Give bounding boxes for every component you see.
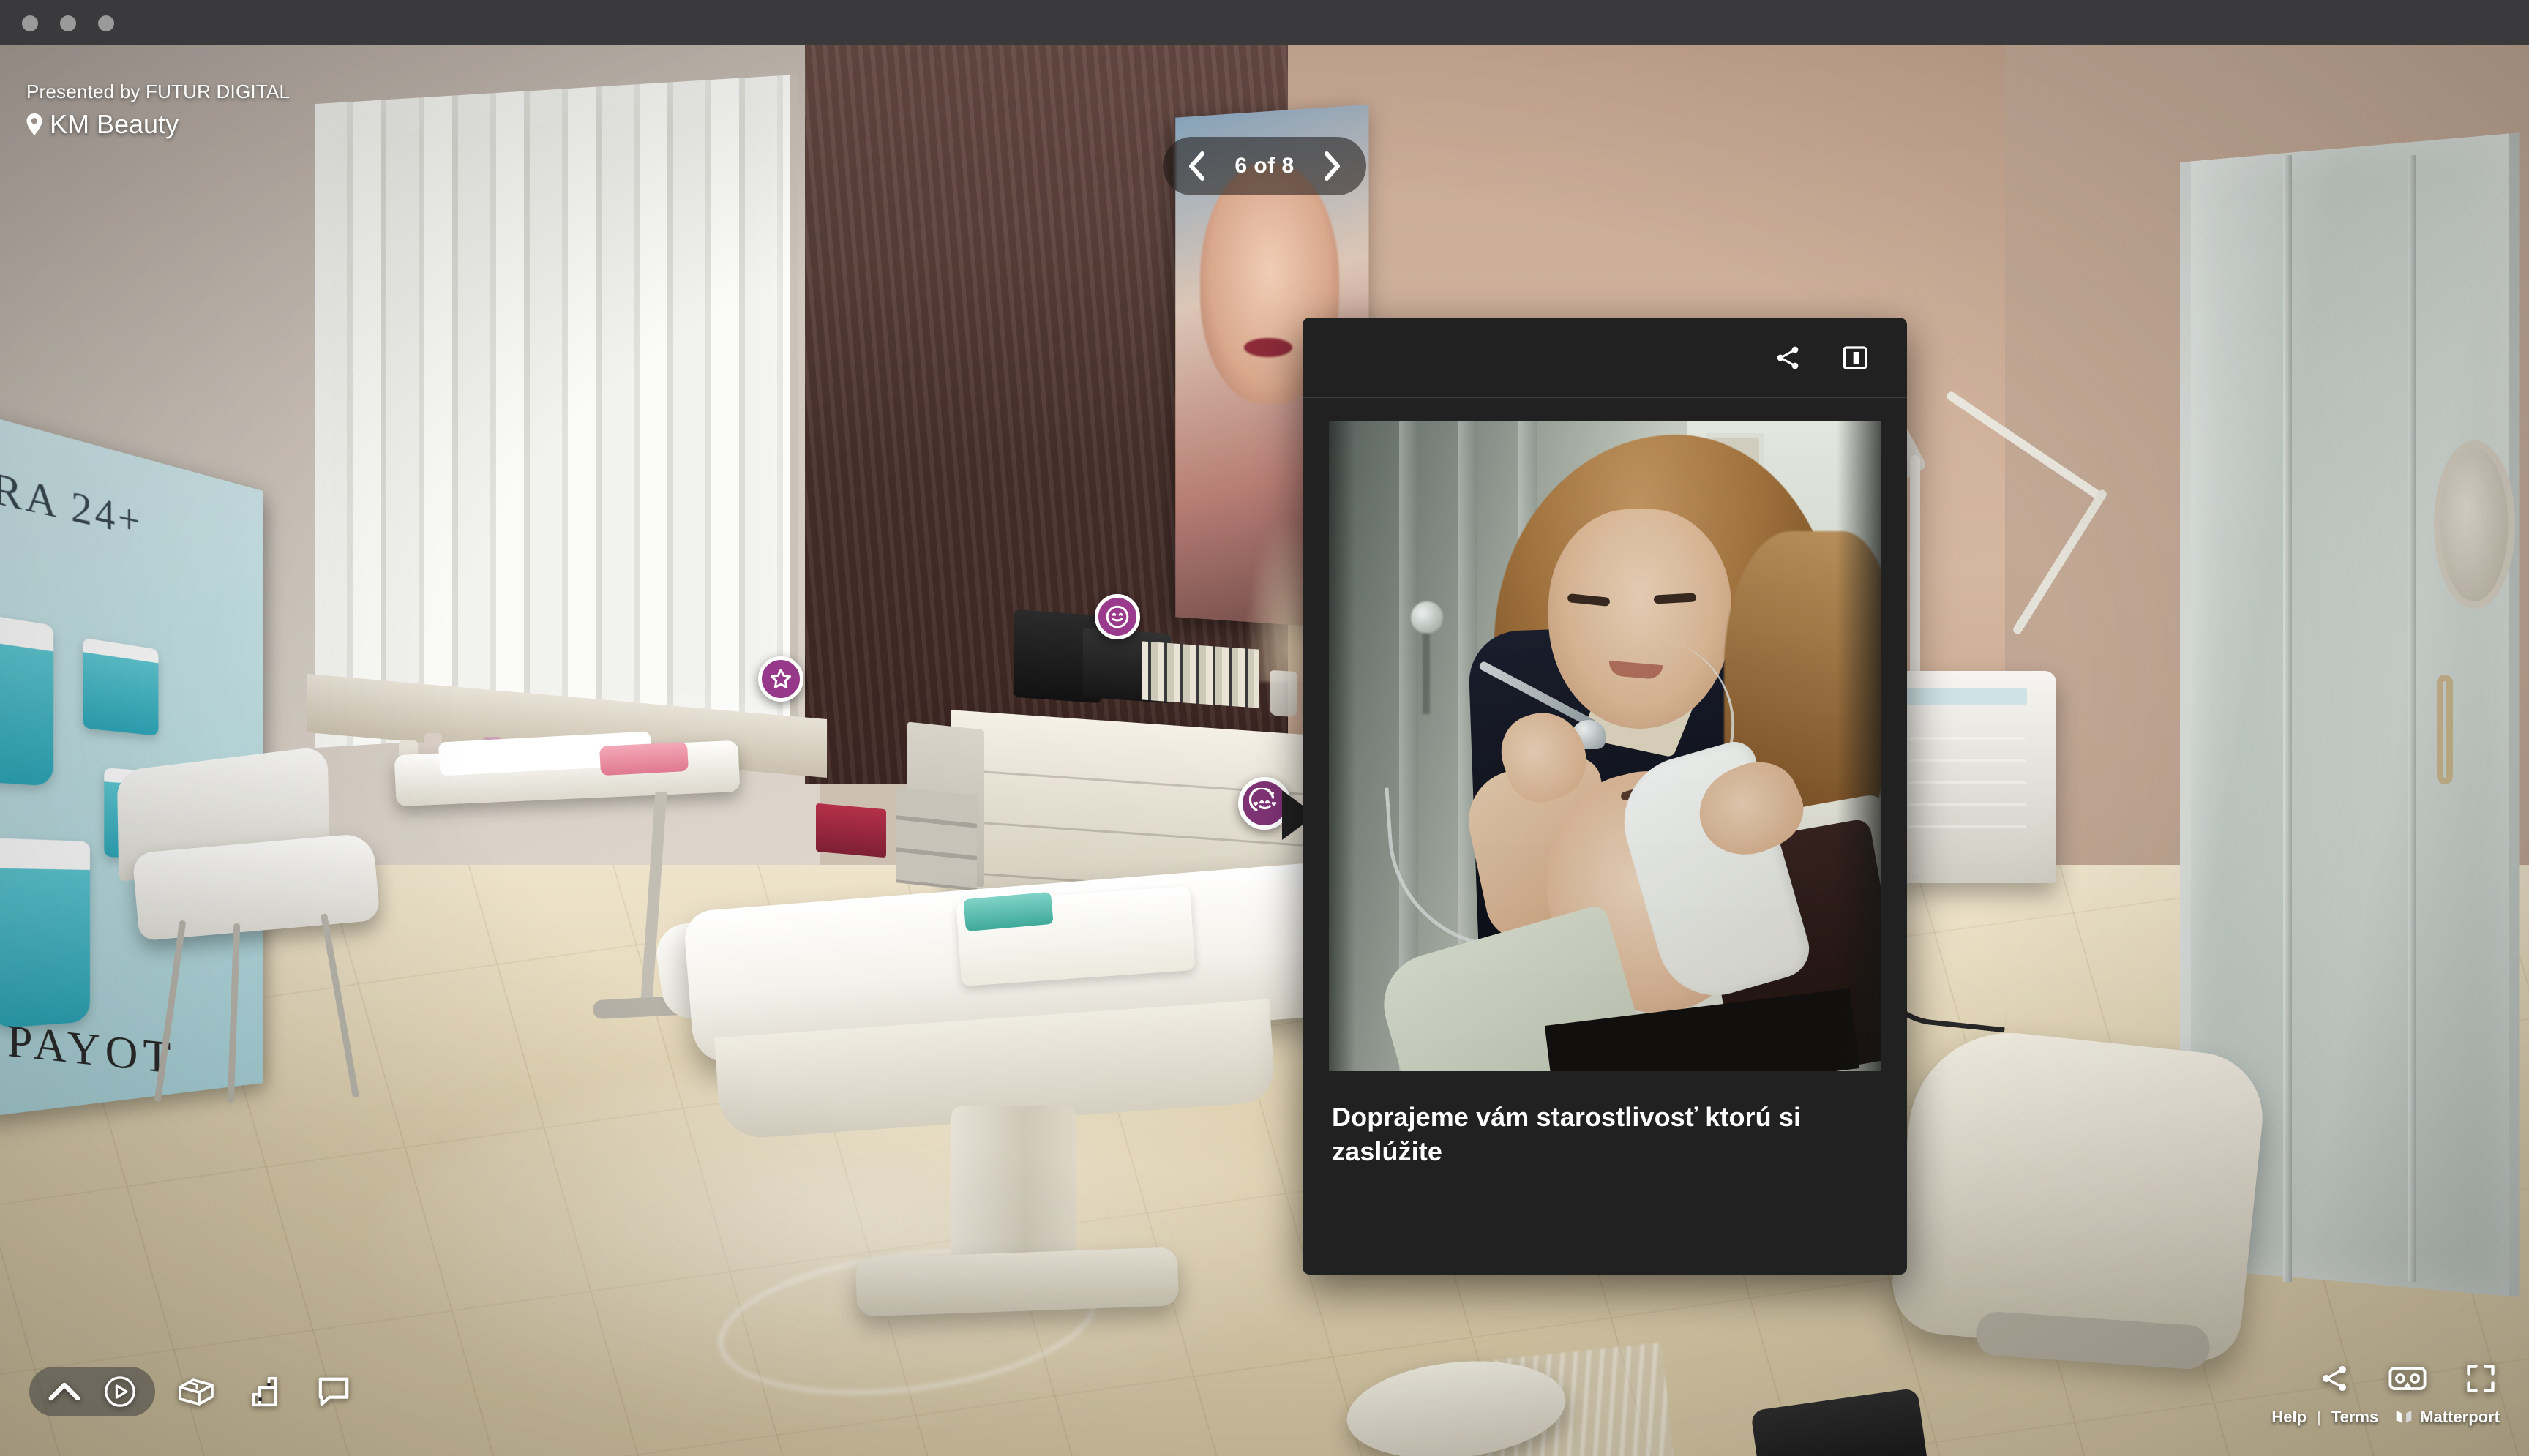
location-pin-icon xyxy=(26,113,42,135)
chevron-right-icon xyxy=(1324,151,1340,181)
footer-separator: | xyxy=(2317,1408,2321,1426)
star-icon xyxy=(771,669,791,688)
comments-button[interactable] xyxy=(315,1373,353,1411)
shower-door-handle xyxy=(2437,675,2453,784)
help-link[interactable]: Help xyxy=(2271,1408,2307,1427)
highlight-caption: Doprajeme vám starostlivosť ktorú si zas… xyxy=(1332,1102,1802,1166)
vr-goggles-icon[interactable] xyxy=(2388,1359,2427,1397)
shower-mullion xyxy=(2408,155,2416,1282)
machine-control-panel xyxy=(1908,737,2026,847)
play-tour-button[interactable] xyxy=(101,1373,139,1411)
tag-marker-star[interactable] xyxy=(758,656,803,702)
viewmode-toolbar xyxy=(29,1367,353,1416)
panorama-viewport[interactable]: DRA 24+ PAYOT Presented by FUTUR DIGITAL… xyxy=(0,45,2529,1456)
storage-bins xyxy=(896,787,977,891)
highlight-reel-navigation: 6 of 8 xyxy=(1163,137,1366,195)
red-storage-box xyxy=(816,803,886,858)
treatment-bed-column xyxy=(951,1106,1076,1275)
vertical-blinds-window xyxy=(315,74,798,748)
window-titlebar xyxy=(0,0,2529,45)
lamp-post xyxy=(1910,455,1920,697)
product-tube xyxy=(0,610,54,787)
minimize-button[interactable] xyxy=(60,15,76,31)
close-button[interactable] xyxy=(22,15,38,31)
collapse-toolbar-button[interactable] xyxy=(45,1373,83,1411)
machine-label xyxy=(1906,688,2027,705)
product-bottle-rack xyxy=(1142,641,1259,708)
share-icon[interactable] xyxy=(1771,341,1805,375)
presented-by-label: Presented by FUTUR DIGITAL xyxy=(26,80,291,102)
matterport-logo-icon xyxy=(2396,1411,2412,1423)
product-jar xyxy=(83,637,159,736)
browser-window: DRA 24+ PAYOT Presented by FUTUR DIGITAL… xyxy=(0,0,2529,1456)
matterport-branding[interactable]: Matterport xyxy=(2394,1408,2500,1427)
toolbar-pill xyxy=(29,1367,155,1416)
next-highlight-button[interactable] xyxy=(1318,151,1347,181)
panel-layout-icon[interactable] xyxy=(1838,341,1872,375)
photo-color-tint xyxy=(1329,421,1881,1071)
page-title: KM Beauty xyxy=(50,109,179,139)
poster-model-lips xyxy=(1244,338,1292,357)
floorplan-view-button[interactable] xyxy=(246,1373,284,1411)
info-panel-body xyxy=(1303,398,1907,1071)
smiley-hearts-icon xyxy=(1249,788,1277,811)
highlight-info-panel: Doprajeme vám starostlivosť ktorú si zas… xyxy=(1303,318,1907,1275)
tour-branding: Presented by FUTUR DIGITAL KM Beauty xyxy=(26,80,290,140)
viewer-footer-links: Help | Terms Matterport xyxy=(2271,1408,2500,1427)
terms-link[interactable]: Terms xyxy=(2331,1408,2378,1427)
pink-beauty-tool xyxy=(599,741,689,776)
speech-bubble-icon xyxy=(318,1377,349,1406)
dollhouse-view-button[interactable] xyxy=(177,1373,215,1411)
room-scene: DRA 24+ PAYOT xyxy=(0,45,2529,1456)
tour-title-row: KM Beauty xyxy=(26,109,290,140)
shower-mullion xyxy=(2283,155,2292,1282)
floorplan-icon xyxy=(252,1376,277,1407)
traffic-light-buttons xyxy=(22,15,114,31)
viewer-bottom-right-controls: Help | Terms Matterport xyxy=(2271,1359,2500,1427)
matterport-label: Matterport xyxy=(2420,1408,2500,1426)
info-panel-header xyxy=(1303,318,1907,398)
chevron-left-icon xyxy=(1189,151,1204,181)
chevron-up-icon xyxy=(48,1382,80,1401)
vase xyxy=(1270,669,1297,718)
treatment-bed-base xyxy=(855,1247,1180,1317)
viewer-action-icons xyxy=(2315,1359,2500,1397)
photo-right-shade xyxy=(1837,421,1881,1071)
tag-marker-smiley[interactable] xyxy=(1095,594,1140,639)
previous-highlight-button[interactable] xyxy=(1182,151,1211,181)
smiley-face-icon xyxy=(1106,605,1129,628)
treatment-stool-right xyxy=(1887,1023,2269,1365)
dollhouse-3d-icon xyxy=(179,1378,214,1406)
share-icon[interactable] xyxy=(2315,1359,2353,1397)
fullscreen-icon[interactable] xyxy=(2462,1359,2500,1397)
play-circle-icon xyxy=(105,1376,135,1407)
highlight-photo xyxy=(1329,421,1881,1071)
poster-title: DRA 24+ xyxy=(0,451,143,547)
zoom-button[interactable] xyxy=(98,15,114,31)
viewmode-buttons xyxy=(177,1373,353,1411)
product-tube xyxy=(0,838,90,1029)
photo-left-shade xyxy=(1329,421,1355,1071)
highlight-counter: 6 of 8 xyxy=(1234,154,1295,178)
